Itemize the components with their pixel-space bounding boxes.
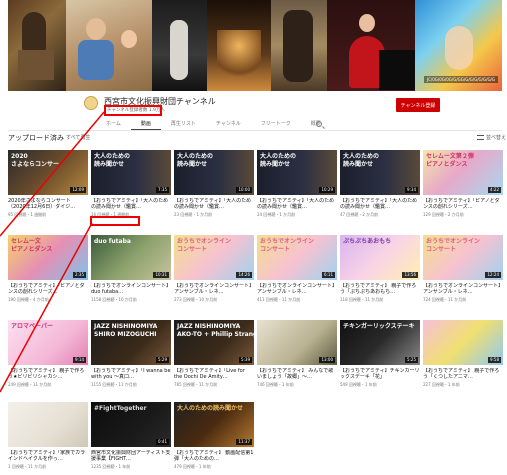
annotation-line [0,111,105,237]
annotation-line [0,222,93,393]
annotation-arrows [0,111,105,393]
